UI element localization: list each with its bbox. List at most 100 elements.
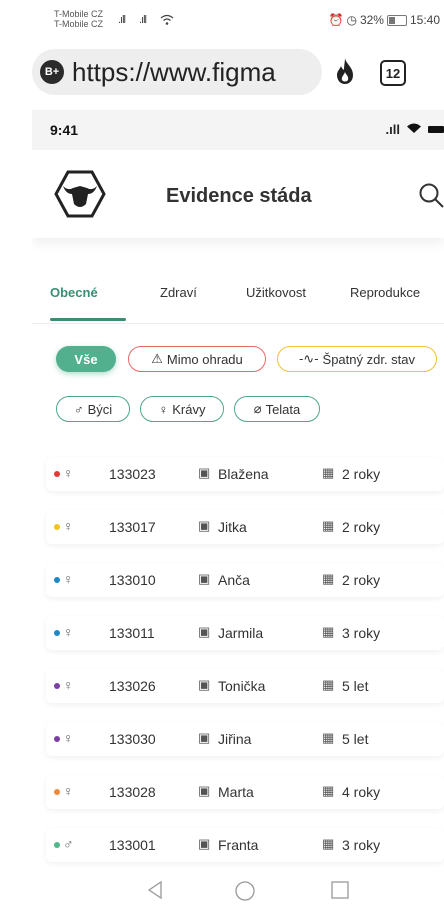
battery-icon	[428, 126, 444, 133]
animal-name: Jiřina	[218, 731, 252, 747]
tab-reprodukce[interactable]: Reprodukce	[350, 285, 420, 300]
animal-age: 2 roky	[342, 519, 381, 535]
ios-clock: 9:41	[50, 122, 79, 138]
name-tag-icon: ▣	[198, 465, 211, 480]
animal-age: 5 let	[342, 731, 369, 747]
status-dot	[54, 683, 60, 689]
active-tab-indicator	[50, 318, 126, 321]
animal-age: 2 roky	[342, 466, 381, 482]
animal-id: 133001	[109, 837, 156, 853]
recents-icon[interactable]	[330, 880, 350, 905]
filter-chip-all[interactable]: Vše	[56, 346, 116, 372]
female-icon: ♀	[63, 571, 74, 587]
list-item[interactable]: ♀ 133030 ▣ Jiřina ▦ 5 let	[46, 722, 444, 756]
tab-switcher-button[interactable]: 12	[380, 60, 406, 86]
timer-icon: ◷	[346, 13, 357, 27]
chip-label: Býci	[87, 401, 113, 417]
list-item[interactable]: ♀ 133028 ▣ Marta ▦ 4 roky	[46, 775, 444, 809]
name-tag-icon: ▣	[198, 836, 211, 851]
animal-id: 133026	[109, 678, 156, 694]
female-icon: ♀	[63, 677, 74, 693]
status-dot	[54, 630, 60, 636]
name-tag-icon: ▣	[198, 571, 211, 586]
chip-label: Mimo ohradu	[166, 351, 243, 367]
female-icon: ♀	[63, 518, 74, 534]
cake-icon: ▦	[322, 677, 335, 692]
animal-name: Blažena	[218, 466, 269, 482]
heartbeat-icon: -∿-	[298, 351, 319, 366]
warning-icon: ⚠	[151, 351, 163, 366]
filter-chip-bad-health[interactable]: -∿- Špatný zdr. stav	[277, 346, 437, 372]
tab-uzitkovost[interactable]: Užitkovost	[246, 285, 306, 300]
carrier-1: T-Mobile CZ	[54, 9, 104, 19]
female-icon: ♀	[158, 401, 169, 417]
list-item[interactable]: ♀ 133010 ▣ Anča ▦ 2 roky	[46, 563, 444, 597]
signal-icon: .ıll	[139, 14, 147, 26]
cake-icon: ▦	[322, 465, 335, 480]
status-dot	[54, 736, 60, 742]
cake-icon: ▦	[322, 571, 335, 586]
cake-icon: ▦	[322, 730, 335, 745]
male-icon: ♂	[73, 401, 84, 417]
list-item[interactable]: ♀ 133026 ▣ Tonička ▦ 5 let	[46, 669, 444, 703]
list-item[interactable]: ♀ 133017 ▣ Jitka ▦ 2 roky	[46, 510, 444, 544]
list-item[interactable]: ♂ 133001 ▣ Franta ▦ 3 roky	[46, 828, 444, 862]
list-item[interactable]: ♀ 133023 ▣ Blažena ▦ 2 roky	[46, 457, 444, 491]
bull-logo-icon	[54, 170, 106, 223]
name-tag-icon: ▣	[198, 730, 211, 745]
filter-chip-cows[interactable]: ♀ Krávy	[140, 396, 224, 422]
chip-label: Vše	[74, 351, 98, 367]
name-tag-icon: ▣	[198, 677, 211, 692]
chip-label: Špatný zdr. stav	[322, 351, 416, 367]
animal-name: Franta	[218, 837, 259, 853]
page-title: Evidence stáda	[166, 185, 312, 207]
animal-id: 133017	[109, 519, 156, 535]
filter-chip-outside[interactable]: ⚠ Mimo ohradu	[128, 346, 266, 372]
tab-bar: Obecné Zdraví Užitkovost Reprodukce	[32, 275, 444, 324]
battery-percent: 32%	[359, 13, 384, 27]
browser-toolbar: B+ https://www.figma 12 ⋮	[0, 40, 444, 110]
filter-chip-bulls[interactable]: ♂ Býci	[56, 396, 130, 422]
site-badge-icon: B+	[40, 60, 64, 84]
overflow-menu-icon[interactable]: ⋮	[434, 58, 444, 84]
animal-id: 133023	[109, 466, 156, 482]
name-tag-icon: ▣	[198, 624, 211, 639]
animal-id: 133011	[109, 625, 155, 641]
signal-icon: .ıll	[118, 14, 126, 26]
cake-icon: ▦	[322, 836, 335, 851]
animal-name: Jitka	[218, 519, 247, 535]
status-dot	[54, 577, 60, 583]
battery-icon	[386, 14, 407, 26]
cake-icon: ▦	[322, 624, 335, 639]
search-icon[interactable]	[418, 182, 444, 213]
tab-zdravi[interactable]: Zdraví	[160, 285, 197, 300]
home-icon[interactable]	[234, 880, 256, 907]
carrier-labels: T-Mobile CZ T-Mobile CZ	[54, 9, 103, 29]
filter-chip-calves[interactable]: ⌀ Telata	[234, 396, 320, 422]
animal-name: Jarmila	[218, 625, 264, 641]
animal-age: 3 roky	[342, 625, 381, 641]
female-icon: ♀	[63, 730, 74, 746]
status-dot	[54, 471, 60, 477]
list-item[interactable]: ♀ 133011 ▣ Jarmila ▦ 3 roky	[46, 616, 444, 650]
os-status-bar: T-Mobile CZ T-Mobile CZ .ıll .ıll ⏰ ◷ 32…	[0, 0, 444, 40]
wifi-icon	[406, 122, 422, 137]
cake-icon: ▦	[322, 518, 335, 533]
female-icon: ♀	[63, 783, 74, 799]
flame-icon[interactable]	[333, 57, 357, 90]
alarm-icon: ⏰	[328, 13, 344, 27]
chip-label: Krávy	[172, 401, 206, 417]
wifi-icon	[160, 14, 174, 28]
female-icon: ♀	[63, 465, 74, 481]
chip-label: Telata	[265, 401, 301, 417]
back-icon[interactable]	[146, 880, 166, 905]
animal-name: Tonička	[218, 678, 266, 694]
tab-obecne[interactable]: Obecné	[50, 285, 98, 300]
animal-name: Anča	[218, 572, 250, 588]
animal-age: 3 roky	[342, 837, 381, 853]
female-icon: ♀	[63, 624, 74, 640]
url-text: https://www.figma	[72, 56, 276, 87]
address-bar[interactable]: B+ https://www.figma	[32, 49, 322, 95]
animal-age: 5 let	[342, 678, 369, 694]
status-dot	[54, 842, 60, 848]
